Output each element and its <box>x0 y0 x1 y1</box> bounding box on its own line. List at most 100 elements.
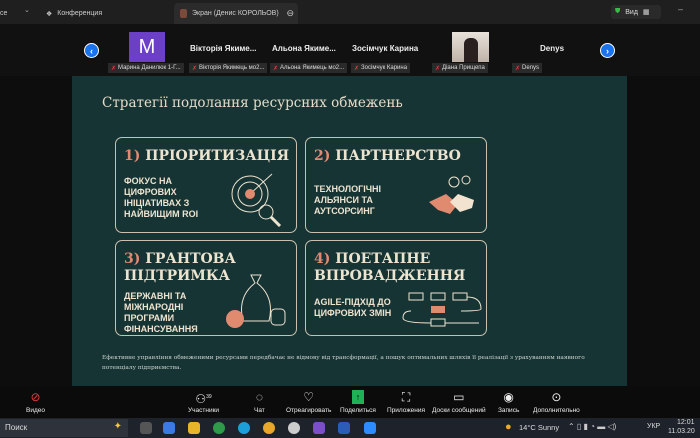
participant-name: Denys <box>522 65 540 71</box>
share-button[interactable]: ↑ Поделиться <box>340 390 376 414</box>
react-button[interactable]: ♡ Отреагировать <box>286 390 331 414</box>
heart-icon: ♡ <box>303 390 315 404</box>
weather-text[interactable]: 14°C Sunny <box>519 423 559 432</box>
app-name-fragment: ce <box>0 10 8 17</box>
view-label: Вид <box>625 8 638 16</box>
chat-icon: ◌ <box>255 390 263 404</box>
participant-label: ✗ Зосімчук Карина <box>351 63 411 73</box>
whiteboard-icon: ▭ <box>453 390 465 404</box>
video-label: Видео <box>26 407 45 414</box>
apps-icon: ⛶ <box>401 390 411 404</box>
boards-label: Доски сообщений <box>432 407 486 414</box>
participant-tile-name[interactable]: Альона Якиме... <box>272 44 336 53</box>
slide-title: Стратегії подолання ресурсних обмежень <box>102 95 403 111</box>
chat-label: Чат <box>254 407 265 414</box>
clock-time[interactable]: 12:01 <box>677 419 695 426</box>
apps-label: Приложения <box>387 407 426 414</box>
weather-icon: ● <box>505 421 512 433</box>
mic-muted-icon: ✗ <box>273 65 279 72</box>
next-page-button[interactable]: › <box>600 43 615 58</box>
search-placeholder: Поиск <box>5 423 28 432</box>
meeting-toolbar: ⊘ Видео ⚇39 Участники ◌ Чат ♡ Отреагировать … <box>0 386 700 418</box>
react-label: Отреагировать <box>286 407 332 414</box>
participant-tile-avatar[interactable]: M <box>129 32 165 62</box>
vpn-icon[interactable] <box>263 422 275 434</box>
zoom-icon[interactable] <box>364 422 376 434</box>
share-icon: ↑ <box>351 390 364 404</box>
money-bag-icon <box>226 274 286 328</box>
avatar <box>180 9 187 18</box>
record-label: Запись <box>498 407 520 414</box>
view-button[interactable]: ⛊ Вид ▦ <box>611 5 661 19</box>
card-title: 1) ПРІОРИТИЗАЦІЯ <box>124 148 290 164</box>
boards-button[interactable]: ▭ Доски сообщений <box>432 390 486 414</box>
participant-name: Альона Якимець мо2... <box>280 65 345 71</box>
mic-muted-icon: ✗ <box>111 65 117 72</box>
strategy-card-prioritization: 1) ПРІОРИТИЗАЦІЯ Фокус на цифрових ініці… <box>115 137 297 233</box>
edge-icon[interactable] <box>238 422 250 434</box>
apps-button[interactable]: ⛶ Приложения <box>387 390 425 414</box>
participants-count: 39 <box>206 394 212 400</box>
task-view-icon[interactable] <box>140 422 152 434</box>
participants-icon: ⚇39 <box>195 392 212 406</box>
participants-button[interactable]: ⚇39 Участники <box>188 390 219 414</box>
tab-screen-share[interactable]: Экран (Денис КОРОЛЬОВ) ⊖ <box>174 3 298 24</box>
tab-label: Экран (Денис КОРОЛЬОВ) <box>192 10 279 17</box>
strategy-card-partnership: 2) ПАРТНЕРСТВО Технологічні альянси та а… <box>305 137 487 233</box>
mic-muted-icon: ✗ <box>515 65 521 72</box>
record-icon: ◉ <box>503 390 514 404</box>
windows-taskbar: Поиск ✦ ● 14°C Sunny ⌃ ▯ ▮ ◔ ▬ ◁) УКР 12:… <box>0 418 700 438</box>
tab-conference[interactable]: ❖ Конференция <box>46 3 102 24</box>
mic-muted-icon: ✗ <box>192 65 198 72</box>
participant-strip: ‹ M Вікторія Якиме... Альона Якиме... Зо… <box>0 24 700 76</box>
card-text: Agile-підхід до цифрових змін <box>314 297 392 318</box>
more-options-icon[interactable]: ⊖ <box>286 8 294 19</box>
agile-flow-icon <box>402 292 482 327</box>
strategy-card-phased: 4) ПОЕТАПНЕ ВПРОВАДЖЕННЯ Agile-підхід до… <box>305 240 487 336</box>
clock-date[interactable]: 11.03.20 <box>668 428 695 435</box>
participant-name: Зосімчук Карина <box>361 65 408 71</box>
viber-icon[interactable] <box>313 422 325 434</box>
participant-tile-name[interactable]: Зосімчук Карина <box>352 44 418 53</box>
video-off-icon: ⊘ <box>30 390 41 404</box>
copilot-icon[interactable] <box>163 422 175 434</box>
card-title: 2) ПАРТНЕРСТВО <box>314 148 461 164</box>
mic-muted-icon: ✗ <box>435 65 441 72</box>
slide-footer-text: Ефективне управління обмеженими ресурсам… <box>102 355 585 371</box>
participant-label: ✗ Альона Якимець мо2... <box>270 63 348 73</box>
participant-tile-name[interactable]: Denys <box>540 44 564 53</box>
participant-video[interactable] <box>452 32 489 62</box>
video-button[interactable]: ⊘ Видео <box>26 390 45 414</box>
conference-icon: ❖ <box>46 10 53 18</box>
window-title-bar: ce ⌄ ❖ Конференция Экран (Денис КОРОЛЬОВ)… <box>0 0 700 24</box>
participant-tile-name[interactable]: Вікторія Якиме... <box>190 44 256 53</box>
search-box[interactable]: Поиск ✦ <box>0 419 128 437</box>
participant-name: Діана Прищепа <box>442 65 485 71</box>
more-icon: ⊙ <box>551 390 562 404</box>
share-label: Поделиться <box>340 407 376 414</box>
mic-muted-icon: ✗ <box>354 65 360 72</box>
card-text: Технологічні альянси та аутсорсинг <box>314 184 382 216</box>
chevron-down-icon[interactable]: ⌄ <box>24 6 30 14</box>
participant-label: ✗ Вікторія Якимець мо2... <box>189 63 268 73</box>
card-text: Фокус на цифрових ініціативах з найвищим… <box>124 176 199 219</box>
record-button[interactable]: ◉ Запись <box>498 390 519 414</box>
minimize-button[interactable]: – <box>678 4 683 14</box>
participant-label: ✗ Denys <box>512 63 543 73</box>
participant-label: ✗ Діана Прищепа <box>432 63 488 73</box>
strategy-card-grants: 3) ГРАНТОВА ПІДТРИМКА Державні та міжнар… <box>115 240 297 336</box>
prev-page-button[interactable]: ‹ <box>84 43 99 58</box>
participant-name: Вікторія Якимець мо2... <box>199 65 265 71</box>
chatgpt-icon[interactable] <box>288 422 300 434</box>
more-button[interactable]: ⊙ Дополнительно <box>533 390 580 414</box>
file-explorer-icon[interactable] <box>188 422 200 434</box>
tray-icons[interactable]: ⌃ ▯ ▮ ◔ ▬ ◁) <box>568 422 616 431</box>
chrome-icon[interactable] <box>213 422 225 434</box>
participant-name: Марина Данилюк 1-Г... <box>118 65 181 71</box>
grid-icon: ▦ <box>642 9 650 16</box>
participants-label: Участники <box>188 407 220 414</box>
chat-button[interactable]: ◌ Чат <box>254 390 265 414</box>
handshake-icon <box>429 175 474 214</box>
word-icon[interactable] <box>338 422 350 434</box>
language-indicator[interactable]: УКР <box>647 423 660 430</box>
